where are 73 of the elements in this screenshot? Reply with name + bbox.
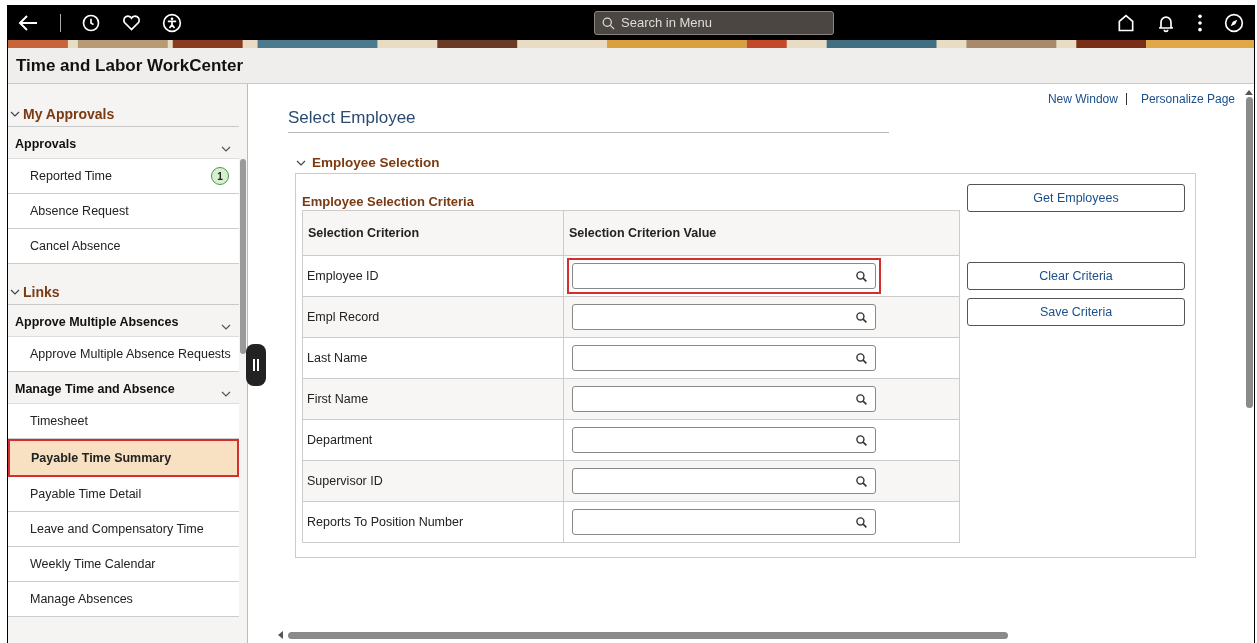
group-title: Approve Multiple Absences — [15, 315, 179, 330]
search-icon[interactable] — [855, 392, 868, 406]
search-icon[interactable] — [855, 474, 868, 488]
search-icon[interactable] — [855, 433, 868, 447]
lookup-field[interactable] — [567, 258, 881, 294]
count-badge: 1 — [211, 167, 229, 185]
nav-item-label: Manage Absences — [30, 592, 133, 606]
chevron-icon — [296, 159, 306, 166]
horizontal-scrollbar[interactable] — [278, 631, 1008, 639]
table-cell: First Name — [302, 378, 564, 420]
search-field[interactable]: Search in Menu — [594, 10, 834, 35]
home-icon[interactable] — [1116, 12, 1136, 33]
search-icon — [601, 15, 616, 31]
section-title: Links — [23, 284, 60, 300]
nav-item[interactable]: Absence Request — [8, 194, 239, 229]
nav-item[interactable]: Payable Time Detail — [8, 477, 239, 512]
nav-item[interactable]: Weekly Time Calendar — [8, 547, 239, 582]
column-header: Selection Criterion — [302, 210, 564, 256]
chevron-icon — [221, 146, 231, 152]
table-cell: Reports To Position Number — [302, 501, 564, 543]
compass-icon[interactable] — [1224, 12, 1244, 33]
accessibility-icon[interactable] — [162, 12, 182, 33]
nav-item-label: Absence Request — [30, 204, 129, 218]
nav-item-label: Payable Time Detail — [30, 487, 142, 501]
action-button[interactable]: Save Criteria — [967, 298, 1185, 326]
nav-item-label: Cancel Absence — [30, 239, 121, 253]
nav-item-label: Approve Multiple Absence Requests — [30, 347, 231, 361]
chevron-icon — [221, 324, 231, 330]
chevron-icon — [221, 391, 231, 397]
nav-item[interactable]: Leave and Compensatory Time — [8, 512, 239, 547]
table-cell: Last Name — [302, 337, 564, 379]
new-window-link[interactable]: New Window — [1047, 92, 1118, 106]
group-title: Approvals — [15, 137, 77, 152]
action-button[interactable]: Get Employees — [967, 184, 1185, 212]
scroll-up-arrow-icon[interactable] — [1245, 90, 1253, 95]
page-title: Select Employee — [288, 108, 889, 133]
heart-icon[interactable] — [121, 12, 142, 33]
grid-title: Employee Selection Criteria — [302, 194, 475, 209]
section-header[interactable]: My Approvals — [8, 98, 239, 127]
clock-icon[interactable] — [81, 12, 101, 33]
nav-item-label: Timesheet — [30, 414, 88, 428]
section-title: My Approvals — [23, 106, 115, 122]
table-cell: Department — [302, 419, 564, 461]
nav-item[interactable]: Approve Multiple Absence Requests — [8, 337, 239, 372]
collapse-handle[interactable] — [246, 344, 266, 386]
chevron-icon — [10, 111, 20, 117]
nav-item[interactable]: Manage Absences — [8, 582, 239, 617]
table-cell: Employee ID — [302, 255, 564, 297]
more-icon[interactable] — [1196, 12, 1204, 33]
table-cell: Supervisor ID — [302, 460, 564, 502]
chevron-icon — [10, 289, 20, 295]
vertical-scrollbar[interactable] — [1245, 90, 1253, 408]
search-icon[interactable] — [855, 310, 868, 324]
nav-item-label: Reported Time — [30, 169, 112, 183]
nav-item[interactable]: Reported Time 1 — [8, 159, 239, 194]
personalize-page-link[interactable]: Personalize Page — [1140, 92, 1235, 106]
nav-item[interactable]: Cancel Absence — [8, 229, 239, 264]
section-header[interactable]: Links — [8, 276, 239, 305]
search-icon[interactable] — [855, 269, 868, 283]
sidebar-scrollbar[interactable] — [240, 159, 246, 354]
search-icon[interactable] — [855, 515, 868, 529]
group-title: Manage Time and Absence — [15, 382, 175, 397]
nav-item-label: Leave and Compensatory Time — [30, 522, 204, 536]
column-header: Selection Criterion Value — [563, 210, 960, 256]
search-icon[interactable] — [855, 351, 868, 365]
table-cell: Empl Record — [302, 296, 564, 338]
nav-item-label: Weekly Time Calendar — [30, 557, 156, 571]
action-button[interactable]: Clear Criteria — [967, 262, 1185, 290]
scroll-left-arrow-icon[interactable] — [278, 631, 283, 639]
nav-item-label: Payable Time Summary — [31, 451, 172, 465]
nav-item[interactable]: Timesheet — [8, 404, 239, 439]
page-header-title: Time and Labor WorkCenter — [16, 55, 244, 76]
nav-item[interactable]: Payable Time Summary — [8, 439, 239, 477]
